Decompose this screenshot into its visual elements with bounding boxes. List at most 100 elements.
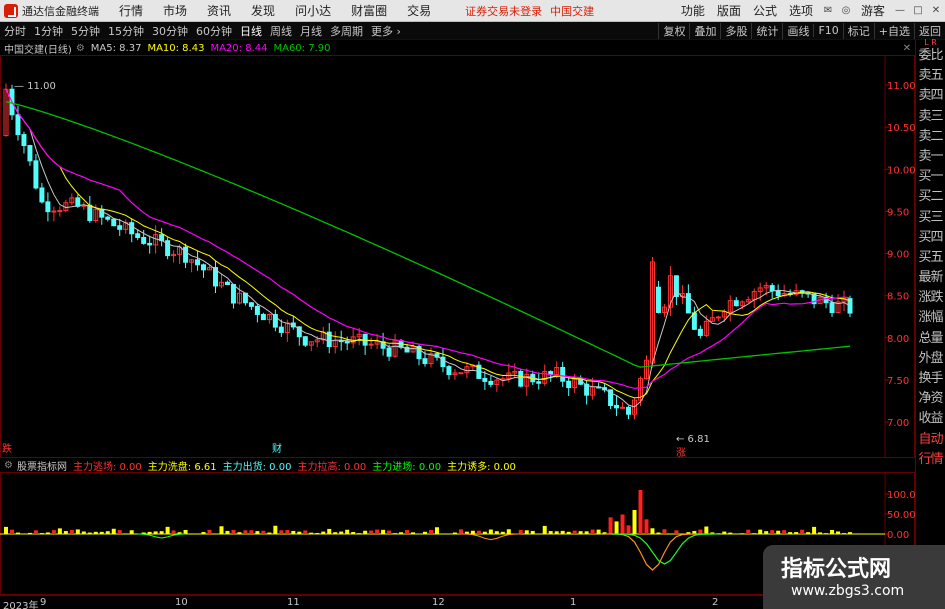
sidebar-tab[interactable]: 最新 (916, 268, 945, 288)
menu-function[interactable]: 功能 (675, 2, 711, 19)
menu-item[interactable]: 交易 (397, 2, 441, 19)
sidebar-tab[interactable]: 买二 (916, 187, 945, 207)
chat-icon[interactable]: ◎ (839, 4, 853, 18)
guest-label[interactable]: 游客 (855, 2, 891, 19)
candle-body (626, 406, 632, 415)
menu-item[interactable]: 资讯 (197, 2, 241, 19)
back-button[interactable]: 返回 (914, 22, 945, 39)
tab-period[interactable]: 周线 (266, 23, 296, 39)
menu-options[interactable]: 选项 (783, 2, 819, 19)
sidebar-tab[interactable]: 总量 (916, 329, 945, 349)
envelope-icon[interactable]: ✉ (821, 4, 835, 18)
sidebar-tab[interactable]: 买四 (916, 228, 945, 248)
indicator-bar (87, 532, 92, 534)
indicator-bar (267, 532, 272, 534)
menu-layout[interactable]: 版面 (711, 2, 747, 19)
overlay-button[interactable]: 叠加 (689, 22, 720, 39)
candle-body (45, 201, 51, 213)
indicator-bar (560, 530, 565, 534)
minimize-icon[interactable]: — (893, 4, 907, 18)
indicator-bar (434, 527, 439, 534)
tab-period[interactable]: 多周期 (326, 23, 367, 39)
indicator-bar (644, 519, 649, 534)
menu-item[interactable]: 问小达 (285, 2, 341, 19)
tab-period[interactable]: 15分钟 (104, 23, 148, 39)
price-tick-label: 8.50 (887, 292, 909, 303)
statistics-button[interactable]: 统计 (751, 22, 782, 39)
sidebar-tab[interactable]: 卖五 (916, 66, 945, 86)
indicator-bar (614, 521, 619, 534)
sidebar-tab[interactable]: 买五 (916, 248, 945, 268)
mark-button[interactable]: 标记 (842, 22, 874, 39)
tab-period-daily[interactable]: 日线 (236, 23, 266, 39)
tab-more[interactable]: 更多 › (367, 23, 405, 39)
sidebar-tab[interactable]: 卖二 (916, 127, 945, 147)
settings-gear-icon[interactable]: ⚙ (4, 460, 13, 471)
maximize-icon[interactable]: □ (911, 4, 925, 18)
tab-period[interactable]: 1分钟 (30, 23, 67, 39)
indicator-bar (315, 533, 320, 534)
indicator-bar (27, 532, 32, 534)
indicator-bar (63, 531, 68, 534)
draw-line-button[interactable]: 画线 (782, 22, 813, 39)
sidebar-tab[interactable]: 委比 (916, 46, 945, 66)
indicator-bar (57, 528, 62, 534)
sidebar-tab[interactable]: 买一 (916, 167, 945, 187)
tab-period[interactable]: 分时 (0, 23, 30, 39)
candle-body (446, 366, 452, 376)
indicator-value: 主力进场: 0.00 (372, 461, 442, 473)
sidebar-tab[interactable]: 收益 (916, 409, 945, 429)
menu-item[interactable]: 市场 (153, 2, 197, 19)
candlestick-chart[interactable]: 11.00 10.50 10.00 9.50 9.00 8.50 8.00 7.50 7.00 —… (0, 55, 915, 458)
menu-item[interactable]: 财富圈 (341, 2, 397, 19)
add-watchlist-button[interactable]: +自选 (873, 22, 914, 39)
sidebar-tab[interactable]: 涨幅 (916, 308, 945, 328)
candle-body (715, 316, 721, 319)
ma5-label: MA5: 8.37 (90, 42, 142, 54)
indicator-bar (638, 490, 643, 534)
close-icon[interactable]: ✕ (929, 4, 943, 18)
tab-period[interactable]: 30分钟 (148, 23, 192, 39)
sidebar-tab[interactable]: 净资 (916, 389, 945, 409)
menu-item[interactable]: 行情 (109, 2, 153, 19)
sidebar-tab[interactable]: 行情 (916, 450, 945, 470)
watermark-title: 指标公式网 (781, 557, 892, 582)
indicator-bar (518, 529, 523, 534)
sidebar-tab[interactable]: 卖三 (916, 107, 945, 127)
sidebar-tab[interactable]: 涨跌 (916, 288, 945, 308)
candle-body (254, 305, 260, 315)
ma10-label: MA10: 8.43 (147, 42, 205, 54)
indicator-curve (610, 533, 719, 565)
f10-button[interactable]: F10 (813, 24, 842, 37)
candle-body (368, 343, 374, 346)
sidebar-tab[interactable]: 外盘 (916, 349, 945, 369)
candle-body (39, 187, 45, 203)
sidebar-tab[interactable]: 换手 (916, 369, 945, 389)
menu-item[interactable]: 发现 (241, 2, 285, 19)
candle-body (141, 237, 147, 244)
settings-gear-icon[interactable]: ⚙ (76, 43, 85, 54)
sidebar-tab[interactable]: 自动 (916, 430, 945, 450)
restore-rights-button[interactable]: 复权 (658, 22, 689, 39)
close-panel-icon[interactable]: ✕ (903, 43, 911, 54)
tab-period[interactable]: 月线 (296, 23, 326, 39)
sidebar-tab[interactable]: 买三 (916, 208, 945, 228)
indicator-bar (45, 532, 50, 534)
indicator-bar (848, 532, 852, 534)
date-label: 2023年 (3, 601, 39, 609)
watermark-url: www.zbgs3.com (791, 583, 905, 599)
candle-body (386, 347, 392, 357)
sidebar-tab[interactable]: 卖四 (916, 86, 945, 106)
menu-formula[interactable]: 公式 (747, 2, 783, 19)
indicator-bar (423, 531, 428, 534)
indicator-bar (458, 529, 463, 534)
indicator-bar (387, 530, 392, 534)
tab-period[interactable]: 60分钟 (192, 23, 236, 39)
candle-body (685, 293, 691, 314)
indicator-value: 主力逃场: 0.00 (72, 461, 142, 473)
multi-stock-button[interactable]: 多股 (720, 22, 751, 39)
tab-period[interactable]: 5分钟 (67, 23, 104, 39)
login-notice[interactable]: 证券交易未登录 (465, 3, 542, 19)
candle-body (829, 302, 835, 314)
sidebar-tab[interactable]: 卖一 (916, 147, 945, 167)
